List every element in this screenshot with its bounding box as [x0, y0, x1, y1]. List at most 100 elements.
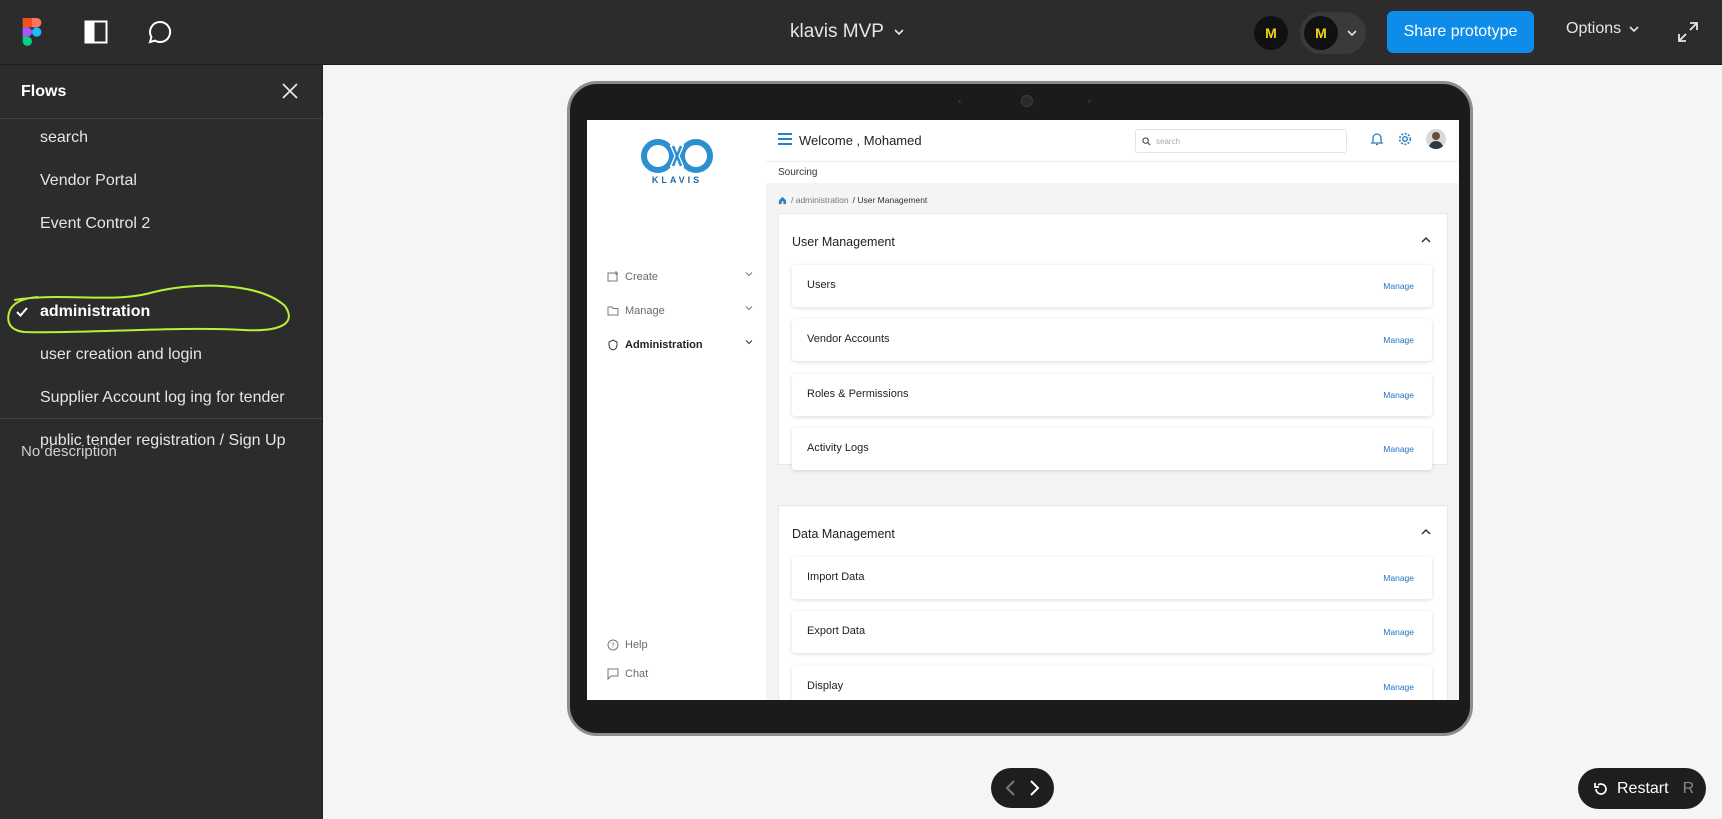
- restart-button[interactable]: Restart R: [1578, 768, 1706, 809]
- row-label: Import Data: [807, 571, 865, 583]
- row-label: Export Data: [807, 625, 866, 637]
- restart-shortcut: R: [1682, 779, 1695, 797]
- sidebar-item-label: Administration: [625, 339, 703, 351]
- row-label: Roles & Permissions: [807, 388, 909, 400]
- list-item[interactable]: Display Manage: [792, 666, 1432, 700]
- administration-icon: [608, 339, 618, 351]
- row-label: Users: [807, 279, 836, 291]
- sidebar-item-label: Create: [625, 271, 659, 283]
- document-title[interactable]: klavis MVP: [790, 20, 904, 44]
- sidebar-item-manage[interactable]: Manage: [607, 302, 757, 320]
- section-title: User Management: [792, 235, 895, 249]
- camera-dot: [1021, 95, 1033, 107]
- figma-logo-icon[interactable]: [16, 16, 48, 48]
- flow-list: search Vendor Portal Event Control 2 adm…: [0, 119, 322, 449]
- options-menu[interactable]: Options: [1566, 20, 1639, 38]
- restart-label: Restart: [1617, 779, 1669, 797]
- data-management-section: Data Management Import Data Manage Expor…: [778, 505, 1448, 700]
- list-item[interactable]: Roles & Permissions Manage: [792, 374, 1432, 416]
- row-label: Vendor Accounts: [807, 333, 890, 345]
- sidebar-item-label: Manage: [625, 305, 665, 317]
- flow-item-supplier-account[interactable]: Supplier Account log ing for tender: [40, 389, 285, 407]
- chat-icon: [607, 668, 619, 680]
- sidebar-item-create[interactable]: Create: [607, 268, 757, 286]
- avatar-letter-secondary: M: [1315, 25, 1327, 41]
- comment-icon[interactable]: [144, 16, 176, 48]
- list-item[interactable]: Users Manage: [792, 265, 1432, 307]
- profile-avatar[interactable]: [1426, 129, 1446, 149]
- breadcrumb-current: / User Management: [852, 195, 928, 205]
- flow-description: No description: [21, 443, 117, 460]
- chevron-down-icon: [745, 306, 753, 311]
- list-item[interactable]: Activity Logs Manage: [792, 428, 1432, 470]
- help-icon: ?: [607, 639, 619, 651]
- share-prototype-button[interactable]: Share prototype: [1387, 11, 1534, 53]
- chevron-down-icon: [1629, 26, 1639, 33]
- manage-link[interactable]: Manage: [1383, 444, 1414, 454]
- klavis-logo: KLAVIS: [632, 136, 722, 192]
- sidebar-toggle-icon[interactable]: [80, 16, 112, 48]
- chat-link[interactable]: Chat: [607, 665, 757, 683]
- list-item[interactable]: Import Data Manage: [792, 557, 1432, 599]
- app-header: Welcome , Mohamed search: [766, 120, 1459, 161]
- list-item[interactable]: Vendor Accounts Manage: [792, 319, 1432, 361]
- options-label: Options: [1566, 20, 1622, 37]
- flows-header: Flows: [0, 65, 322, 119]
- flow-item-search[interactable]: search: [40, 129, 88, 147]
- help-label: Help: [625, 639, 648, 651]
- sensor-dot: [1088, 100, 1091, 103]
- user-avatar-secondary: M: [1304, 16, 1338, 50]
- bell-icon[interactable]: [1370, 132, 1384, 146]
- gear-icon[interactable]: [1398, 132, 1412, 146]
- user-avatar[interactable]: M: [1254, 16, 1288, 50]
- chevron-down-icon: [745, 340, 753, 345]
- manage-link[interactable]: Manage: [1383, 281, 1414, 291]
- avatar-letter: M: [1265, 25, 1277, 41]
- user-management-section: User Management Users Manage Vendor Acco…: [778, 213, 1448, 470]
- manage-link[interactable]: Manage: [1383, 573, 1414, 583]
- chevron-down-icon: [745, 272, 753, 277]
- svg-text:?: ?: [611, 642, 615, 650]
- previous-arrow-icon[interactable]: [1004, 779, 1018, 797]
- multiplayer-avatar-menu[interactable]: M: [1300, 12, 1366, 54]
- sidebar-item-administration[interactable]: Administration: [607, 336, 757, 354]
- search-placeholder: search: [1156, 136, 1181, 146]
- search-input[interactable]: search: [1135, 129, 1347, 153]
- top-bar: klavis MVP M M Share prototype Options: [0, 0, 1722, 65]
- manage-link[interactable]: Manage: [1383, 390, 1414, 400]
- hamburger-menu-icon[interactable]: [778, 133, 792, 145]
- flow-item-administration[interactable]: administration: [40, 303, 150, 321]
- expand-icon[interactable]: [1676, 20, 1702, 46]
- list-item[interactable]: Export Data Manage: [792, 611, 1432, 653]
- manage-link[interactable]: Manage: [1383, 682, 1414, 692]
- home-icon[interactable]: [778, 196, 787, 205]
- next-arrow-icon[interactable]: [1027, 779, 1041, 797]
- manage-folder-icon: [607, 306, 619, 316]
- chevron-down-icon: [1347, 30, 1357, 37]
- flow-item-user-creation[interactable]: user creation and login: [40, 346, 202, 364]
- checkmark-icon: [16, 307, 28, 317]
- prototype-nav: [991, 768, 1054, 808]
- manage-link[interactable]: Manage: [1383, 335, 1414, 345]
- chevron-up-icon[interactable]: [1421, 236, 1431, 244]
- document-title-text: klavis MVP: [790, 21, 884, 42]
- sourcing-label[interactable]: Sourcing: [778, 167, 817, 178]
- prototype-screen[interactable]: KLAVIS Create Manage Administration ? He…: [587, 120, 1459, 700]
- create-icon: [607, 271, 618, 282]
- breadcrumb-parent[interactable]: / administration: [791, 195, 849, 205]
- row-label: Activity Logs: [807, 442, 869, 454]
- sourcing-bar: Sourcing: [766, 161, 1459, 183]
- manage-link[interactable]: Manage: [1383, 627, 1414, 637]
- breadcrumb: / administration / User Management: [778, 195, 927, 205]
- help-link[interactable]: ? Help: [607, 636, 757, 654]
- chevron-up-icon[interactable]: [1421, 528, 1431, 536]
- flows-title: Flows: [21, 83, 67, 100]
- flow-item-event-control-2[interactable]: Event Control 2: [40, 215, 150, 233]
- sensor-dot: [958, 100, 961, 103]
- close-icon[interactable]: [280, 81, 302, 103]
- search-icon: [1142, 136, 1151, 146]
- restart-icon: [1594, 782, 1607, 795]
- flow-item-label: administration: [40, 303, 151, 320]
- chat-label: Chat: [625, 668, 649, 680]
- flow-item-vendor-portal[interactable]: Vendor Portal: [40, 172, 137, 190]
